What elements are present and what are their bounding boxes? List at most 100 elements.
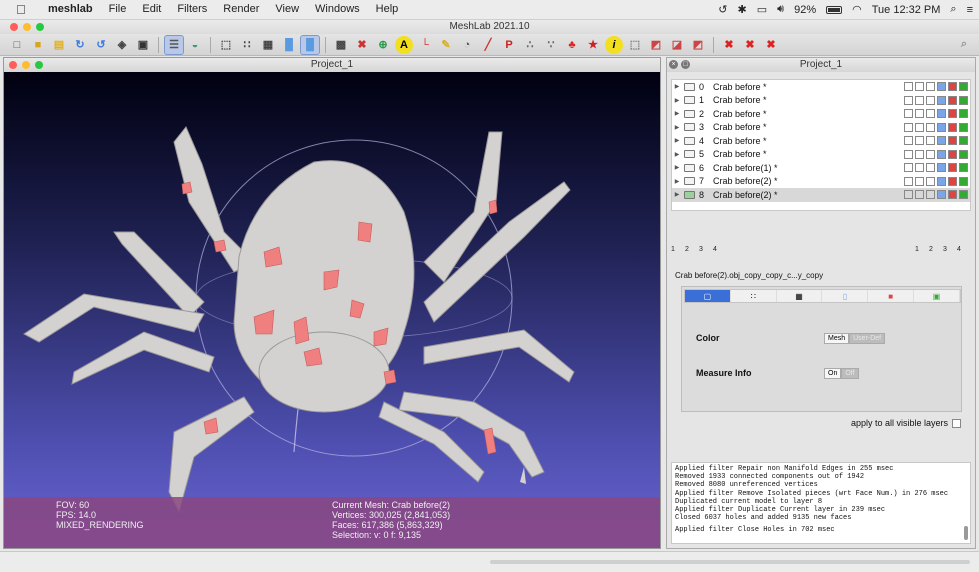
visibility-icon[interactable] xyxy=(684,150,695,159)
tag-tab[interactable]: 2 xyxy=(929,246,943,253)
viewer-close-button[interactable] xyxy=(9,61,17,69)
measure-on-option[interactable]: On xyxy=(824,368,842,379)
box-icon[interactable] xyxy=(904,136,913,146)
layer-row[interactable]: ▶ 2 Crab before * xyxy=(672,107,970,121)
points-icon[interactable] xyxy=(915,95,924,105)
apple-menu-icon[interactable]:  xyxy=(16,2,26,17)
flat-icon[interactable] xyxy=(937,176,946,186)
points-icon[interactable] xyxy=(915,136,924,146)
control-center-icon[interactable]: ≡ xyxy=(967,4,973,16)
layers-panel-icon[interactable]: ☰ xyxy=(164,34,184,55)
wire-icon[interactable] xyxy=(926,163,935,173)
flat-icon[interactable] xyxy=(937,190,946,200)
texture-icon[interactable] xyxy=(959,136,968,146)
reload-all-icon[interactable]: ↺ xyxy=(92,36,110,54)
delete-faces-icon[interactable]: ✖ xyxy=(741,36,759,54)
expand-icon[interactable]: ▶ xyxy=(672,97,682,104)
airplay-icon[interactable]: ▭ xyxy=(757,3,767,16)
texture-tab-icon[interactable]: ▣ xyxy=(914,290,960,302)
points-render-icon[interactable]: ∷ xyxy=(238,36,256,54)
layer-row[interactable]: ▶ 5 Crab before * xyxy=(672,148,970,162)
bluetooth-icon[interactable]: ✱ xyxy=(738,3,747,16)
color-icon[interactable] xyxy=(948,122,957,132)
delete-faces-vertices-icon[interactable]: ✖ xyxy=(762,36,780,54)
visibility-icon[interactable] xyxy=(684,177,695,186)
select-connected-icon[interactable]: ◩ xyxy=(647,36,665,54)
texture-icon[interactable] xyxy=(959,190,968,200)
box-icon[interactable] xyxy=(904,95,913,105)
visibility-icon[interactable] xyxy=(684,190,695,199)
tag-tab[interactable]: 1 xyxy=(671,246,685,253)
flat-icon[interactable] xyxy=(937,149,946,159)
georef-icon[interactable]: ◔ xyxy=(458,36,476,54)
expand-icon[interactable]: ▶ xyxy=(672,178,682,185)
tag-tab[interactable]: 3 xyxy=(943,246,957,253)
axis-icon[interactable]: ✖ xyxy=(353,36,371,54)
points-icon[interactable] xyxy=(915,149,924,159)
measure-off-option[interactable]: Off xyxy=(841,368,859,379)
expand-icon[interactable]: ▶ xyxy=(672,83,682,90)
texture-icon[interactable] xyxy=(959,176,968,186)
menu-help[interactable]: Help xyxy=(368,3,407,15)
layer-row[interactable]: ▶ 3 Crab before * xyxy=(672,121,970,135)
menu-filters[interactable]: Filters xyxy=(169,3,215,15)
points-icon[interactable] xyxy=(915,109,924,119)
flat-tab-icon[interactable]: ▯ xyxy=(822,290,869,302)
export-mesh-icon[interactable]: ◈ xyxy=(113,36,131,54)
flat-icon[interactable] xyxy=(937,82,946,92)
points-icon[interactable] xyxy=(915,176,924,186)
viewer-minimize-button[interactable] xyxy=(22,61,30,69)
texture-icon[interactable] xyxy=(959,149,968,159)
box-icon[interactable] xyxy=(904,176,913,186)
search-icon[interactable]: ⌕ xyxy=(955,36,973,54)
flat-render-icon[interactable]: █ xyxy=(280,36,298,54)
reload-icon[interactable]: ↻ xyxy=(71,36,89,54)
wire-tab-icon[interactable]: ▦ xyxy=(777,290,823,302)
tag-tab[interactable]: 4 xyxy=(957,246,971,253)
texture-icon[interactable] xyxy=(959,82,968,92)
box-icon[interactable] xyxy=(904,190,913,200)
box-icon[interactable] xyxy=(904,109,913,119)
geometry-icon[interactable]: ★ xyxy=(584,36,602,54)
points-icon[interactable] xyxy=(915,163,924,173)
smooth-render-icon[interactable]: █ xyxy=(300,34,320,55)
close-icon[interactable]: × xyxy=(669,60,678,69)
tag-tab[interactable]: 4 xyxy=(713,246,727,253)
flat-icon[interactable] xyxy=(937,95,946,105)
expand-icon[interactable]: ▶ xyxy=(672,164,682,171)
box-icon[interactable] xyxy=(904,82,913,92)
info-icon[interactable]: i xyxy=(605,35,623,54)
box-icon[interactable] xyxy=(904,163,913,173)
wire-icon[interactable] xyxy=(926,149,935,159)
bbox-tab-icon[interactable]: ▢ xyxy=(685,290,731,302)
minimize-window-button[interactable] xyxy=(23,23,31,31)
open-project-icon[interactable]: ■ xyxy=(29,36,47,54)
wire-icon[interactable] xyxy=(926,136,935,146)
color-icon[interactable] xyxy=(948,176,957,186)
points-icon[interactable] xyxy=(915,190,924,200)
select-faces-icon[interactable]: ∵ xyxy=(542,36,560,54)
import-mesh-icon[interactable]: ▤ xyxy=(50,36,68,54)
apply-all-checkbox[interactable] xyxy=(952,418,962,428)
paint-icon[interactable]: ╱ xyxy=(479,36,497,54)
color-icon[interactable] xyxy=(948,190,957,200)
visibility-icon[interactable] xyxy=(684,82,695,91)
layer-row[interactable]: ▶ 6 Crab before(1) * xyxy=(672,161,970,175)
raster-icon[interactable]: ◒ xyxy=(186,36,204,54)
select-rect-icon[interactable]: ⬚ xyxy=(626,36,644,54)
tag-tab[interactable]: 2 xyxy=(685,246,699,253)
visibility-icon[interactable] xyxy=(684,163,695,172)
new-project-icon[interactable]: □ xyxy=(8,36,26,54)
visibility-icon[interactable] xyxy=(684,96,695,105)
viewer-zoom-button[interactable] xyxy=(35,61,43,69)
app-menu[interactable]: meshlab xyxy=(40,3,101,15)
color-icon[interactable] xyxy=(948,82,957,92)
box-icon[interactable] xyxy=(904,149,913,159)
3d-viewport[interactable]: FOV: 60 FPS: 14.0 MIXED_RENDERING Curren… xyxy=(4,72,660,548)
annotation-icon[interactable]: A xyxy=(395,35,413,54)
layer-row[interactable]: ▶ 4 Crab before * xyxy=(672,134,970,148)
select-region-icon[interactable]: ◪ xyxy=(668,36,686,54)
align-icon[interactable]: └ xyxy=(416,36,434,54)
points-icon[interactable] xyxy=(915,122,924,132)
bbox-render-icon[interactable]: ⬚ xyxy=(217,36,235,54)
